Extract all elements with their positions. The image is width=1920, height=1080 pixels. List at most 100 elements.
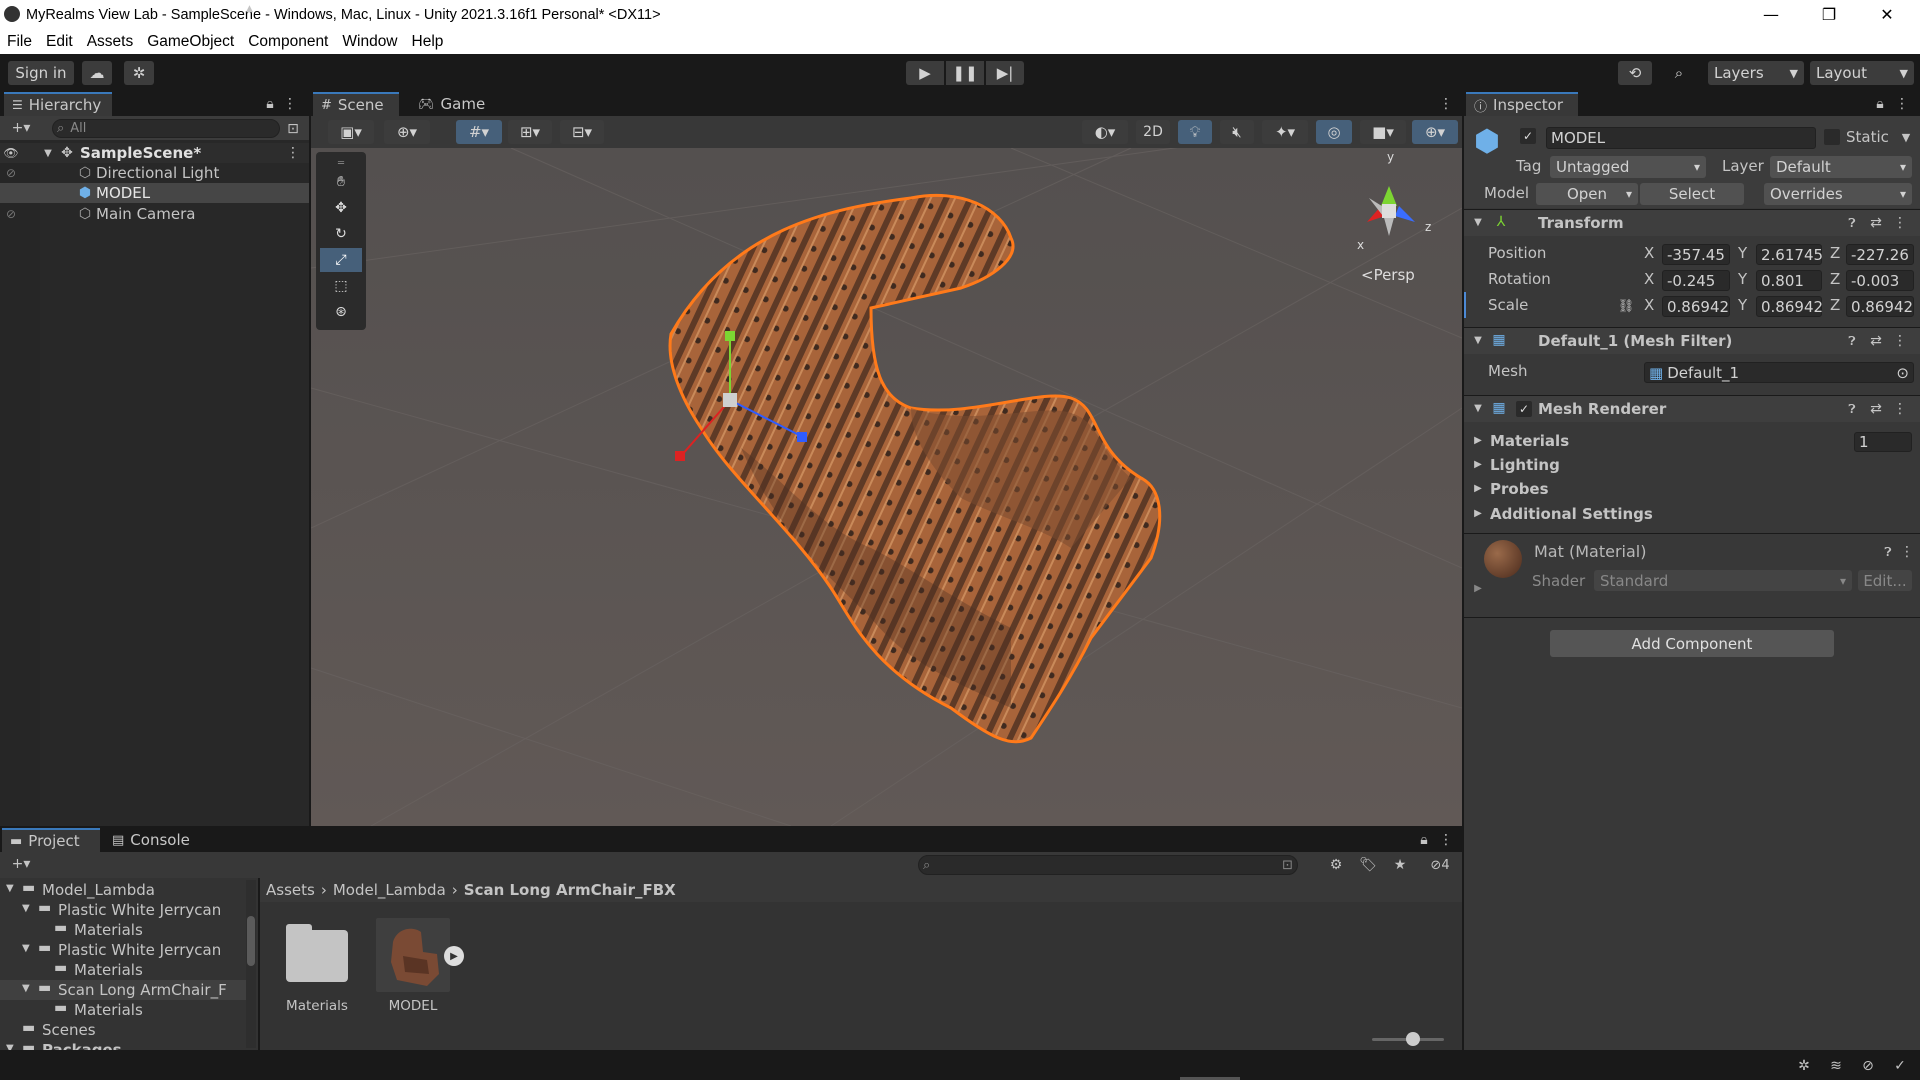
- position-y-field[interactable]: 2.61745: [1756, 244, 1823, 265]
- sign-in-button[interactable]: Sign in: [8, 61, 74, 85]
- audio-icon[interactable]: 🔇︎: [1220, 120, 1254, 144]
- step-button[interactable]: ▶|: [986, 61, 1024, 85]
- more-icon[interactable]: ⋮: [1438, 830, 1454, 850]
- chevron-down-icon[interactable]: ▼: [1472, 332, 1484, 348]
- asset-label[interactable]: MODEL: [358, 998, 468, 1014]
- chevron-down-icon[interactable]: ▼: [6, 1043, 14, 1050]
- model-thumbnail[interactable]: [376, 918, 450, 992]
- draw-mode-icon[interactable]: ▣▾: [328, 120, 374, 144]
- rotate-tool-icon[interactable]: ↻: [320, 222, 362, 246]
- enabled-checkbox[interactable]: ✓: [1516, 401, 1532, 417]
- chevron-right-icon[interactable]: ▶: [1472, 505, 1484, 521]
- chevron-down-icon[interactable]: ▼: [1472, 400, 1484, 416]
- move-tool-icon[interactable]: ✥: [320, 196, 362, 220]
- preset-icon[interactable]: ⇄: [1868, 214, 1884, 232]
- effects-icon[interactable]: ✦▾: [1262, 120, 1308, 144]
- more-icon[interactable]: ⋮: [1892, 400, 1908, 418]
- search-filter-icon[interactable]: ⊡: [284, 120, 302, 138]
- pause-button[interactable]: ❚❚: [946, 61, 984, 85]
- menu-window[interactable]: Window: [335, 33, 404, 51]
- scene-more-icon[interactable]: ⋮: [286, 144, 300, 162]
- scale-y-field[interactable]: 0.86942: [1756, 296, 1823, 317]
- scale-x-field[interactable]: 0.86942: [1662, 296, 1730, 317]
- hidden-eye-icon[interactable]: ⊘: [2, 207, 20, 221]
- tree-item[interactable]: ▬ Scenes: [0, 1020, 246, 1040]
- lock-icon[interactable]: 🔒︎: [1872, 94, 1888, 114]
- rotation-x-field[interactable]: -0.245: [1662, 270, 1730, 291]
- search-icon[interactable]: ⌕: [1664, 61, 1694, 85]
- overrides-dropdown[interactable]: Overrides: [1764, 183, 1912, 205]
- more-icon[interactable]: ⋮: [282, 94, 298, 114]
- layers-stack-icon[interactable]: ≋: [1826, 1056, 1846, 1076]
- perspective-label[interactable]: <Persp: [1361, 266, 1415, 284]
- asset-label[interactable]: Materials: [262, 998, 372, 1014]
- zoom-slider-handle[interactable]: [1406, 1032, 1420, 1046]
- tree-item[interactable]: ▬ Materials: [0, 960, 246, 980]
- transform-tool-icon[interactable]: ⊛: [320, 300, 362, 324]
- drag-handle-icon[interactable]: ═: [320, 158, 362, 169]
- help-icon[interactable]: ❓︎: [1844, 214, 1860, 232]
- tree-item[interactable]: ▼ ▬ Packages: [0, 1040, 246, 1050]
- orientation-icon[interactable]: ⊕▾: [384, 120, 430, 144]
- collab-icon[interactable]: ✲: [124, 61, 154, 85]
- lock-icon[interactable]: 🔒︎: [262, 94, 278, 114]
- tab-console[interactable]: ▤ Console: [104, 828, 202, 852]
- restore-icon[interactable]: ❐: [1800, 0, 1858, 29]
- static-checkbox[interactable]: [1824, 129, 1840, 145]
- layers-dropdown[interactable]: Layers ▼: [1708, 61, 1804, 85]
- expand-play-icon[interactable]: ▶: [444, 946, 464, 966]
- materials-foldout[interactable]: Materials: [1490, 432, 1569, 450]
- auto-generate-lighting-icon[interactable]: ⊘: [1858, 1056, 1878, 1076]
- camera-icon[interactable]: ■▾: [1360, 120, 1406, 144]
- tree-item[interactable]: ▼ ▬ Model_Lambda: [0, 880, 246, 900]
- tab-scene[interactable]: # Scene: [313, 92, 399, 116]
- scroll-up-icon[interactable]: ▲: [246, 4, 256, 14]
- active-checkbox[interactable]: ✓: [1520, 128, 1536, 144]
- chevron-right-icon[interactable]: ▶: [1472, 456, 1484, 472]
- materials-count-field[interactable]: 1: [1854, 432, 1912, 452]
- check-icon[interactable]: ✓: [1890, 1056, 1910, 1076]
- menu-edit[interactable]: Edit: [39, 33, 80, 51]
- menu-assets[interactable]: Assets: [80, 33, 141, 51]
- scale-tool-icon[interactable]: ⤢: [320, 248, 362, 272]
- chevron-down-icon[interactable]: ▼: [6, 883, 14, 894]
- breadcrumb-item[interactable]: Assets: [266, 881, 315, 899]
- scene-more-icon[interactable]: ⋮: [1438, 94, 1454, 114]
- chevron-right-icon[interactable]: ▶: [1472, 432, 1484, 448]
- favorites-icon[interactable]: ★: [1390, 855, 1410, 875]
- add-component-button[interactable]: Add Component: [1550, 630, 1834, 657]
- mesh-field[interactable]: ▦ Default_1 ⊙: [1644, 362, 1914, 383]
- open-button[interactable]: Open: [1536, 183, 1638, 205]
- rotation-z-field[interactable]: -0.003: [1846, 270, 1914, 291]
- scale-z-field[interactable]: 0.86942: [1846, 296, 1914, 317]
- chevron-right-icon[interactable]: ▶: [1472, 480, 1484, 496]
- close-icon[interactable]: ✕: [1858, 0, 1916, 29]
- help-icon[interactable]: ❓︎: [1844, 332, 1860, 350]
- shading-icon[interactable]: ◐▾: [1082, 120, 1128, 144]
- tree-item[interactable]: ▼ ▬ Scan Long ArmChair_F: [0, 980, 246, 1000]
- lock-icon[interactable]: 🔒︎: [1416, 830, 1432, 850]
- chevron-down-icon[interactable]: ▼: [42, 146, 54, 160]
- tag-dropdown[interactable]: Untagged: [1550, 156, 1706, 178]
- constrain-proportions-icon[interactable]: ⛓︎: [1616, 296, 1636, 316]
- gizmos-icon[interactable]: ⊕▾: [1412, 120, 1458, 144]
- more-icon[interactable]: ⋮: [1892, 332, 1908, 350]
- shader-dropdown[interactable]: Standard: [1594, 570, 1852, 591]
- position-z-field[interactable]: -227.26: [1846, 244, 1914, 265]
- rect-tool-icon[interactable]: ⬚: [320, 274, 362, 298]
- position-x-field[interactable]: -357.45: [1662, 244, 1730, 265]
- hidden-packages-toggle[interactable]: ⊘ 4: [1422, 855, 1458, 875]
- tree-item[interactable]: ▼ ▬ Plastic White Jerrycan: [0, 940, 246, 960]
- hierarchy-item-selected[interactable]: [0, 183, 309, 203]
- tree-item[interactable]: ▬ Materials: [0, 920, 246, 940]
- more-icon[interactable]: ⋮: [1892, 214, 1908, 232]
- debug-icon[interactable]: ✲: [1794, 1056, 1814, 1076]
- probes-foldout[interactable]: Probes: [1490, 480, 1549, 498]
- 2d-toggle-button[interactable]: 2D: [1136, 120, 1170, 144]
- tab-project[interactable]: ▬ Project: [2, 828, 100, 852]
- hand-tool-icon[interactable]: ✋︎: [320, 170, 362, 194]
- rotation-y-field[interactable]: 0.801: [1756, 270, 1822, 291]
- filter-by-type-icon[interactable]: ⚙︎: [1326, 855, 1346, 875]
- chevron-down-icon[interactable]: ▼: [22, 983, 30, 994]
- chevron-down-icon[interactable]: ▼: [22, 903, 30, 914]
